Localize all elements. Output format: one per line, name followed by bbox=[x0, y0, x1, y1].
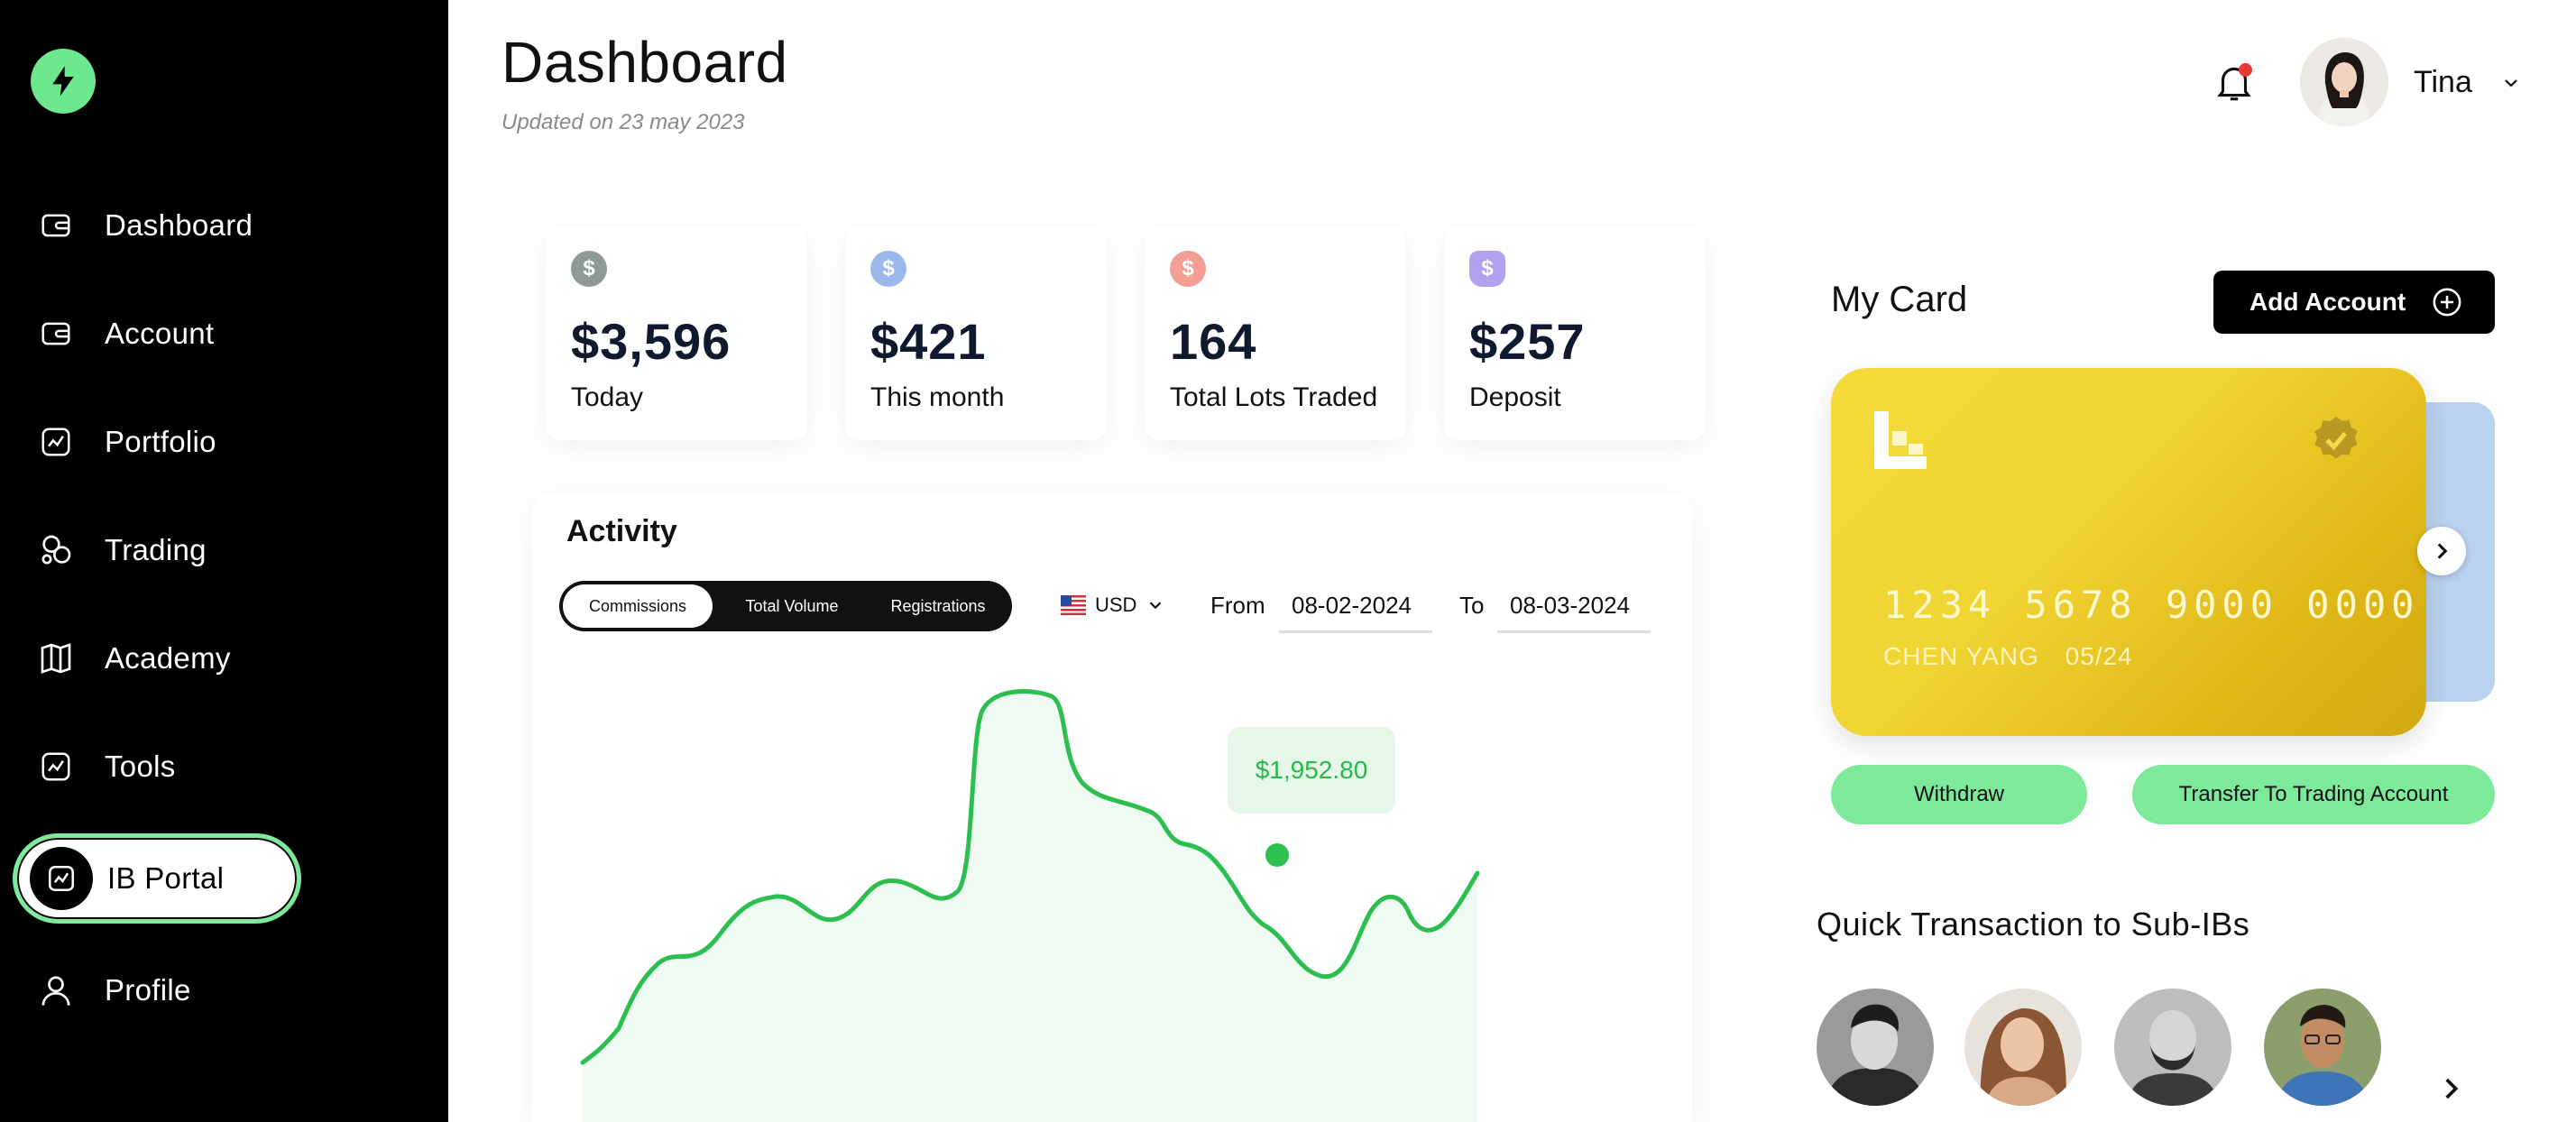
stat-value: $3,596 bbox=[571, 313, 731, 370]
activity-chart bbox=[580, 689, 1480, 1122]
card-number: 1234 5678 9000 0000 bbox=[1883, 583, 2420, 627]
withdraw-button[interactable]: Withdraw bbox=[1831, 765, 2087, 824]
updated-timestamp: Updated on 23 may 2023 bbox=[501, 110, 745, 134]
wallet-icon bbox=[36, 206, 76, 245]
sidebar-item-label: Academy bbox=[105, 641, 231, 675]
activity-panel: Activity Commissions Total Volume Regist… bbox=[532, 494, 1692, 1122]
trading-icon bbox=[36, 530, 76, 570]
sub-ib-avatar[interactable] bbox=[1964, 989, 2082, 1106]
sidebar-item-tools[interactable]: Tools bbox=[0, 722, 448, 812]
sidebar-item-label: Dashboard bbox=[105, 208, 253, 242]
sidebar-item-ib-portal[interactable]: IB Portal bbox=[13, 833, 301, 924]
chart-line-icon bbox=[36, 422, 76, 462]
credit-card[interactable]: 1234 5678 9000 0000 CHEN YANG 05/24 bbox=[1831, 368, 2426, 736]
chart-line-icon bbox=[36, 747, 76, 786]
card-expiry: 05/24 bbox=[2065, 642, 2133, 670]
stat-card-deposit: $ $257 Deposit bbox=[1444, 225, 1706, 440]
sidebar-item-label: Portfolio bbox=[105, 425, 216, 458]
stat-label: This month bbox=[870, 382, 1005, 412]
bolt-logo-icon[interactable] bbox=[31, 49, 96, 114]
dollar-up-icon: $ bbox=[1170, 251, 1206, 287]
sidebar-item-academy[interactable]: Academy bbox=[0, 613, 448, 704]
transfer-button[interactable]: Transfer To Trading Account bbox=[2132, 765, 2495, 824]
sidebar-item-trading[interactable]: Trading bbox=[0, 505, 448, 595]
money-bag-icon: $ bbox=[1469, 251, 1505, 287]
add-account-label: Add Account bbox=[2249, 288, 2406, 316]
dollar-up-icon: $ bbox=[870, 251, 906, 287]
add-account-button[interactable]: Add Account bbox=[2213, 271, 2495, 334]
card-brand-logo bbox=[1874, 411, 1927, 469]
stat-label: Deposit bbox=[1469, 382, 1561, 412]
chart-line-icon bbox=[30, 847, 93, 910]
stat-card-month: $ $421 This month bbox=[845, 225, 1107, 440]
sidebar-item-label: Tools bbox=[105, 750, 176, 783]
card-holder: CHEN YANG 05/24 bbox=[1883, 642, 2133, 671]
quick-transaction-title: Quick Transaction to Sub-IBs bbox=[1817, 906, 2250, 943]
chevron-right-icon[interactable] bbox=[2417, 527, 2466, 575]
dollar-icon: $ bbox=[571, 251, 607, 287]
sidebar-item-label: Trading bbox=[105, 533, 207, 566]
stat-card-today: $ $3,596 Today bbox=[546, 225, 807, 440]
stat-card-lots: $ 164 Total Lots Traded bbox=[1145, 225, 1406, 440]
plus-circle-icon bbox=[2433, 288, 2461, 317]
sidebar-item-label: IB Portal bbox=[107, 861, 225, 895]
stat-label: Total Lots Traded bbox=[1170, 382, 1378, 412]
sidebar-item-profile[interactable]: Profile bbox=[0, 945, 448, 1035]
user-name[interactable]: Tina bbox=[2414, 65, 2472, 100]
stat-label: Today bbox=[571, 382, 644, 412]
verified-badge-icon bbox=[2314, 416, 2358, 459]
chevron-down-icon[interactable] bbox=[2500, 72, 2522, 94]
wallet-icon bbox=[36, 314, 76, 354]
sub-ib-avatar[interactable] bbox=[2114, 989, 2231, 1106]
chart-tooltip: $1,952.80 bbox=[1228, 727, 1395, 814]
sidebar-item-label: Account bbox=[105, 317, 215, 350]
stat-value: $257 bbox=[1469, 313, 1586, 370]
card-holder-name: CHEN YANG bbox=[1883, 642, 2039, 670]
user-icon bbox=[36, 970, 76, 1010]
sidebar: Dashboard Account Portfolio Trading Acad… bbox=[0, 0, 448, 1122]
page-title: Dashboard bbox=[501, 30, 788, 95]
sub-ib-avatar[interactable] bbox=[1817, 989, 1934, 1106]
avatar[interactable] bbox=[2300, 38, 2388, 126]
sub-ib-avatar[interactable] bbox=[2264, 989, 2381, 1106]
book-icon bbox=[36, 639, 76, 678]
notification-dot bbox=[2239, 63, 2252, 77]
sidebar-item-portfolio[interactable]: Portfolio bbox=[0, 397, 448, 487]
sidebar-item-label: Profile bbox=[105, 973, 191, 1007]
sidebar-item-account[interactable]: Account bbox=[0, 289, 448, 379]
stat-value: 164 bbox=[1170, 313, 1257, 370]
stat-value: $421 bbox=[870, 313, 987, 370]
chevron-right-icon[interactable] bbox=[2435, 1073, 2466, 1104]
sidebar-item-dashboard[interactable]: Dashboard bbox=[0, 180, 448, 271]
my-card-title: My Card bbox=[1831, 280, 1968, 319]
chart-highlight-point-inner bbox=[1265, 843, 1289, 867]
